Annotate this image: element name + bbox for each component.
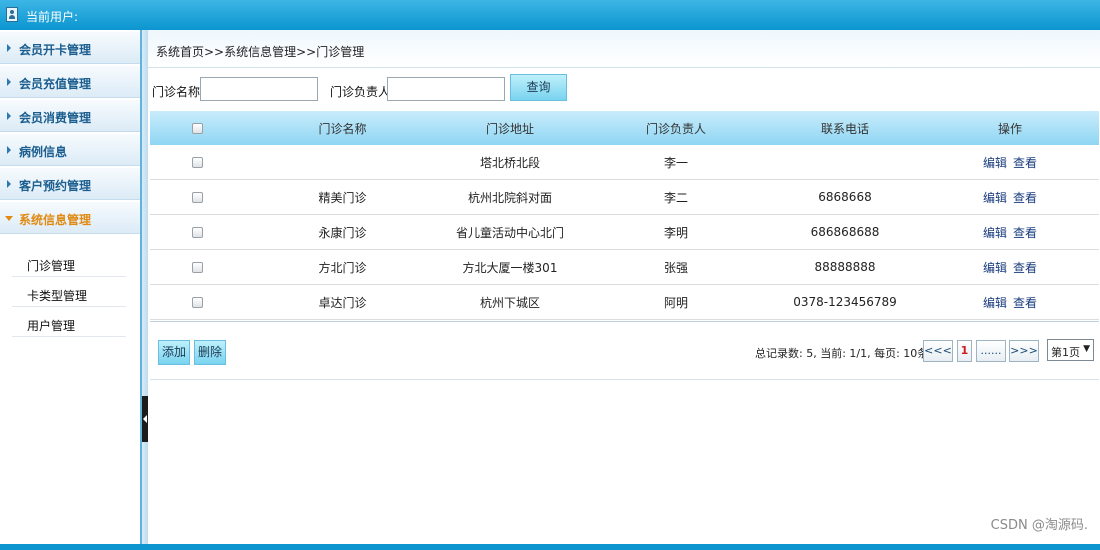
cell-clinic-owner: 张强 bbox=[663, 260, 688, 275]
header-phone: 联系电话 bbox=[820, 121, 869, 136]
sidebar-item-clinic[interactable]: 门诊管理 bbox=[12, 249, 126, 277]
page-select[interactable]: 第1页 ▼ bbox=[1047, 339, 1094, 361]
cell-clinic-address: 塔北桥北段 bbox=[479, 155, 540, 170]
menu-label: 系统信息管理 bbox=[19, 213, 92, 227]
delete-button[interactable]: 删除 bbox=[194, 340, 226, 365]
cell-phone bbox=[770, 145, 920, 179]
cell-clinic-address: 杭州北院斜对面 bbox=[467, 190, 552, 205]
chevron-down-icon: ▼ bbox=[1083, 344, 1090, 354]
chevron-right-icon bbox=[7, 146, 11, 154]
view-link[interactable]: 查看 bbox=[1013, 189, 1037, 206]
table-row: 永康门诊 省儿童活动中心北门 李明 686868688 编辑 查看 bbox=[150, 215, 1099, 250]
main-panel: 系统首页>>系统信息管理>>门诊管理 门诊名称: 门诊负责人: 查询 门诊名称 … bbox=[148, 30, 1100, 544]
first-page-button[interactable]: <<< bbox=[923, 340, 953, 362]
page-select-value: 第1页 bbox=[1051, 346, 1080, 359]
chevron-down-icon bbox=[5, 216, 13, 221]
menu-member-consumption[interactable]: 会员消费管理 bbox=[0, 100, 140, 132]
menu-label: 客户预约管理 bbox=[19, 179, 92, 193]
last-page-button[interactable]: >>> bbox=[1009, 340, 1039, 362]
more-pages-button[interactable]: ...... bbox=[976, 340, 1006, 362]
cell-phone: 6868668 bbox=[818, 190, 872, 204]
edit-link[interactable]: 编辑 bbox=[983, 294, 1007, 311]
table-row: 卓达门诊 杭州下城区 阿明 0378-123456789 编辑 查看 bbox=[150, 285, 1099, 320]
cell-clinic-owner: 阿明 bbox=[663, 295, 688, 310]
sidebar-item-user[interactable]: 用户管理 bbox=[12, 309, 126, 337]
row-checkbox[interactable] bbox=[191, 191, 203, 203]
header-clinic-owner: 门诊负责人 bbox=[645, 121, 706, 136]
chevron-right-icon bbox=[7, 44, 11, 52]
header-clinic-name: 门诊名称 bbox=[318, 121, 367, 136]
header-clinic-address: 门诊地址 bbox=[485, 121, 534, 136]
row-checkbox[interactable] bbox=[191, 296, 203, 308]
cell-clinic-name bbox=[290, 145, 395, 179]
chevron-right-icon bbox=[7, 112, 11, 120]
breadcrumb-bar: 系统首页>>系统信息管理>>门诊管理 bbox=[148, 30, 1100, 68]
cell-phone: 686868688 bbox=[810, 225, 880, 239]
menu-label: 病例信息 bbox=[19, 145, 68, 159]
table-row: 塔北桥北段 李一 编辑 查看 bbox=[150, 145, 1099, 180]
view-link[interactable]: 查看 bbox=[1013, 224, 1037, 241]
menu-case-info[interactable]: 病例信息 bbox=[0, 134, 140, 166]
cell-clinic-owner: 李明 bbox=[663, 225, 688, 240]
header-actions: 操作 bbox=[997, 121, 1022, 136]
edit-link[interactable]: 编辑 bbox=[983, 154, 1007, 171]
row-checkbox[interactable] bbox=[191, 156, 203, 168]
edit-link[interactable]: 编辑 bbox=[983, 259, 1007, 276]
view-link[interactable]: 查看 bbox=[1013, 294, 1037, 311]
sidebar-item-label: 用户管理 bbox=[27, 319, 76, 333]
cell-clinic-owner: 李一 bbox=[663, 155, 688, 170]
row-checkbox[interactable] bbox=[191, 261, 203, 273]
cell-clinic-name: 永康门诊 bbox=[318, 225, 367, 240]
cell-phone: 88888888 bbox=[814, 260, 876, 274]
menu-label: 会员开卡管理 bbox=[19, 43, 92, 57]
current-user-label: 当前用户: bbox=[26, 10, 79, 24]
select-all-checkbox[interactable] bbox=[191, 122, 203, 134]
page-1-button[interactable]: 1 bbox=[957, 340, 972, 362]
cell-phone: 0378-123456789 bbox=[793, 295, 897, 309]
watermark-text: CSDN @淘源码. bbox=[990, 518, 1088, 533]
clinic-name-label: 门诊名称: bbox=[152, 85, 205, 99]
chevron-right-icon bbox=[7, 180, 11, 188]
row-checkbox[interactable] bbox=[191, 226, 203, 238]
query-button[interactable]: 查询 bbox=[510, 74, 567, 101]
edit-link[interactable]: 编辑 bbox=[983, 224, 1007, 241]
menu-member-card[interactable]: 会员开卡管理 bbox=[0, 32, 140, 64]
cell-clinic-name: 方北门诊 bbox=[318, 260, 367, 275]
menu-label: 会员充值管理 bbox=[19, 77, 92, 91]
clinic-owner-input[interactable] bbox=[387, 77, 505, 101]
table-toolbar: 添加 删除 总记录数: 5, 当前: 1/1, 每页: 10条 <<< 1 ..… bbox=[150, 330, 1099, 380]
menu-system-info[interactable]: 系统信息管理 bbox=[0, 202, 140, 234]
cell-clinic-owner: 李二 bbox=[663, 190, 688, 205]
table-divider bbox=[150, 321, 1099, 322]
cell-clinic-address: 省儿童活动中心北门 bbox=[455, 225, 564, 240]
pager-summary: 总记录数: 5, 当前: 1/1, 每页: 10条 bbox=[755, 347, 929, 360]
sidebar: 会员开卡管理 会员充值管理 会员消费管理 病例信息 客户预约管理 系统信息管理 … bbox=[0, 30, 142, 544]
user-icon bbox=[6, 7, 18, 22]
add-button[interactable]: 添加 bbox=[158, 340, 190, 365]
bottom-bar bbox=[0, 544, 1100, 550]
search-form: 门诊名称: 门诊负责人: 查询 bbox=[148, 68, 1100, 108]
top-bar: 当前用户: bbox=[0, 0, 1100, 30]
menu-member-recharge[interactable]: 会员充值管理 bbox=[0, 66, 140, 98]
chevron-right-icon bbox=[7, 78, 11, 86]
view-link[interactable]: 查看 bbox=[1013, 259, 1037, 276]
cell-clinic-address: 方北大厦一楼301 bbox=[462, 260, 558, 275]
clinic-name-input[interactable] bbox=[200, 77, 318, 101]
sidebar-item-label: 门诊管理 bbox=[27, 259, 76, 273]
edit-link[interactable]: 编辑 bbox=[983, 189, 1007, 206]
cell-clinic-name: 精美门诊 bbox=[318, 190, 367, 205]
table-row: 精美门诊 杭州北院斜对面 李二 6868668 编辑 查看 bbox=[150, 180, 1099, 215]
cell-clinic-address: 杭州下城区 bbox=[479, 295, 540, 310]
table-row: 方北门诊 方北大厦一楼301 张强 88888888 编辑 查看 bbox=[150, 250, 1099, 285]
sidebar-item-card-type[interactable]: 卡类型管理 bbox=[12, 279, 126, 307]
menu-label: 会员消费管理 bbox=[19, 111, 92, 125]
sidebar-item-label: 卡类型管理 bbox=[27, 289, 88, 303]
cell-clinic-name: 卓达门诊 bbox=[318, 295, 367, 310]
breadcrumb: 系统首页>>系统信息管理>>门诊管理 bbox=[156, 45, 365, 59]
clinic-owner-label: 门诊负责人: bbox=[330, 85, 395, 99]
table-header: 门诊名称 门诊地址 门诊负责人 联系电话 操作 bbox=[150, 111, 1099, 145]
view-link[interactable]: 查看 bbox=[1013, 154, 1037, 171]
menu-appointment[interactable]: 客户预约管理 bbox=[0, 168, 140, 200]
